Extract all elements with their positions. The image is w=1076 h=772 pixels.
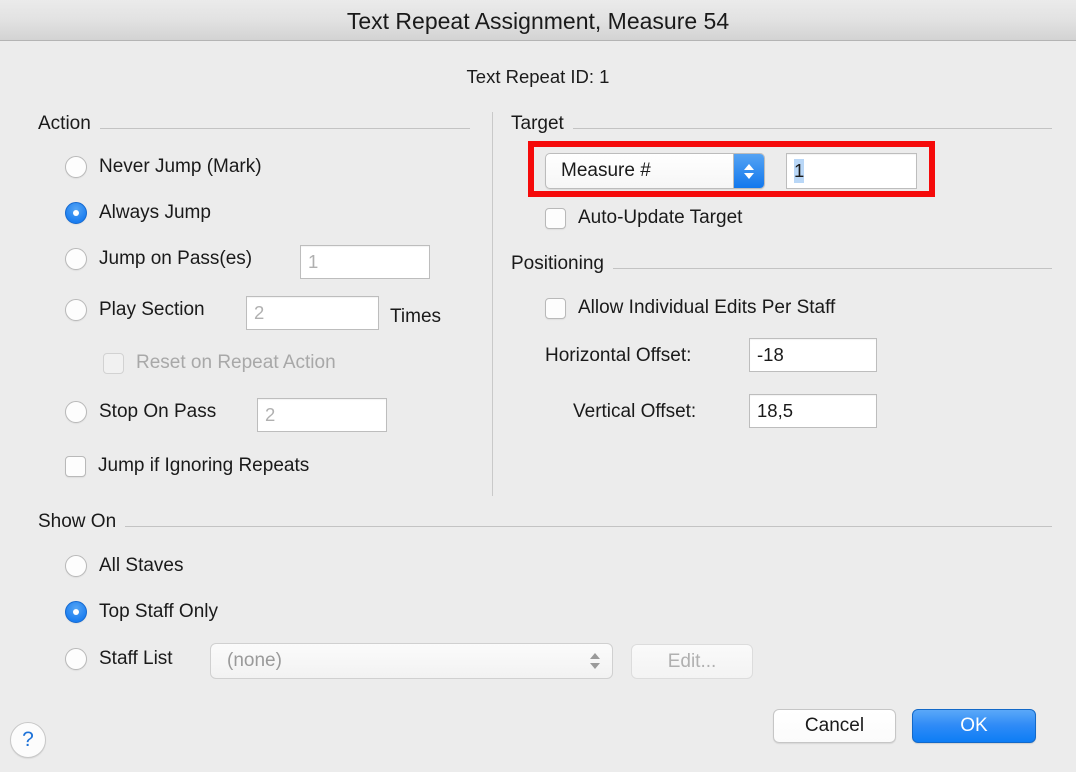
- stop-on-pass-input[interactable]: 2: [257, 398, 387, 432]
- column-divider: [492, 112, 493, 496]
- jump-on-passes-input[interactable]: 1: [300, 245, 430, 279]
- edit-staff-list-button-label: Edit...: [667, 650, 717, 672]
- checkbox-auto-update-target-indicator[interactable]: [545, 207, 566, 229]
- radio-always-jump-indicator[interactable]: [65, 202, 87, 224]
- vertical-offset-input[interactable]: 18,5: [749, 394, 877, 428]
- radio-jump-on-passes[interactable]: Jump on Pass(es): [65, 248, 252, 270]
- radio-all-staves-indicator[interactable]: [65, 555, 87, 577]
- checkbox-allow-individual-edits-label: Allow Individual Edits Per Staff: [578, 297, 836, 318]
- radio-top-staff-only-indicator[interactable]: [65, 601, 87, 623]
- play-section-times-suffix: Times: [390, 306, 442, 327]
- text-repeat-id-label: Text Repeat ID: 1: [466, 66, 610, 87]
- radio-top-staff-only[interactable]: Top Staff Only: [65, 601, 218, 623]
- stop-on-pass-value: 2: [265, 404, 276, 425]
- radio-always-jump[interactable]: Always Jump: [65, 202, 211, 224]
- target-measure-input[interactable]: 1: [786, 153, 917, 189]
- radio-never-jump[interactable]: Never Jump (Mark): [65, 156, 262, 178]
- radio-always-jump-label: Always Jump: [99, 202, 211, 223]
- show-on-section-rule: [125, 525, 1052, 527]
- checkbox-reset-on-repeat-action-label: Reset on Repeat Action: [136, 352, 336, 373]
- radio-play-section-indicator[interactable]: [65, 299, 87, 321]
- radio-play-section[interactable]: Play Section: [65, 299, 205, 321]
- cancel-button[interactable]: Cancel: [773, 709, 896, 743]
- cancel-button-label: Cancel: [804, 715, 865, 736]
- action-section-header: Action: [38, 113, 470, 135]
- action-section-rule: [99, 127, 470, 129]
- window-title: Text Repeat Assignment, Measure 54: [346, 8, 730, 34]
- radio-never-jump-label: Never Jump (Mark): [99, 156, 262, 177]
- target-section-header: Target: [511, 113, 1052, 135]
- action-section-label: Action: [38, 113, 91, 134]
- checkbox-allow-individual-edits[interactable]: Allow Individual Edits Per Staff: [545, 297, 835, 319]
- vertical-offset-label: Vertical Offset:: [573, 401, 697, 422]
- target-section-rule: [572, 127, 1052, 129]
- radio-stop-on-pass-indicator[interactable]: [65, 401, 87, 423]
- show-on-section-label: Show On: [38, 511, 117, 532]
- edit-staff-list-button[interactable]: Edit...: [631, 644, 753, 679]
- checkbox-reset-on-repeat-action: Reset on Repeat Action: [103, 352, 336, 374]
- ok-button-label: OK: [960, 715, 988, 736]
- positioning-section-label: Positioning: [511, 253, 604, 274]
- target-section-label: Target: [511, 113, 564, 134]
- horizontal-offset-input[interactable]: -18: [749, 338, 877, 372]
- target-measure-value: 1: [794, 159, 805, 183]
- checkbox-auto-update-target-label: Auto-Update Target: [578, 207, 743, 228]
- ok-button[interactable]: OK: [912, 709, 1036, 743]
- checkbox-auto-update-target[interactable]: Auto-Update Target: [545, 207, 742, 229]
- horizontal-offset-value: -18: [757, 344, 784, 365]
- help-button[interactable]: ?: [10, 722, 46, 758]
- radio-jump-on-passes-indicator[interactable]: [65, 248, 87, 270]
- target-type-popup[interactable]: Measure #: [545, 153, 765, 189]
- radio-all-staves[interactable]: All Staves: [65, 555, 183, 577]
- play-section-times-value: 2: [254, 302, 265, 323]
- radio-never-jump-indicator[interactable]: [65, 156, 87, 178]
- play-section-times-input[interactable]: 2: [246, 296, 379, 330]
- radio-stop-on-pass[interactable]: Stop On Pass: [65, 401, 216, 423]
- checkbox-allow-individual-edits-indicator[interactable]: [545, 297, 566, 319]
- checkbox-jump-if-ignoring-repeats-indicator[interactable]: [65, 455, 86, 477]
- show-on-section-header: Show On: [38, 511, 1052, 533]
- text-repeat-assignment-dialog: Text Repeat Assignment, Measure 54 Text …: [0, 0, 1076, 772]
- staff-list-value: (none): [227, 650, 282, 671]
- radio-play-section-label: Play Section: [99, 299, 205, 320]
- jump-on-passes-value: 1: [308, 251, 319, 272]
- staff-list-select[interactable]: (none): [210, 643, 613, 679]
- radio-staff-list[interactable]: Staff List: [65, 648, 173, 670]
- vertical-offset-value: 18,5: [757, 400, 794, 421]
- window-titlebar: Text Repeat Assignment, Measure 54: [0, 0, 1076, 41]
- chevron-up-down-icon-staff-list[interactable]: [578, 653, 612, 669]
- positioning-section-rule: [612, 267, 1052, 269]
- checkbox-jump-if-ignoring-repeats[interactable]: Jump if Ignoring Repeats: [65, 455, 309, 477]
- radio-stop-on-pass-label: Stop On Pass: [99, 401, 217, 422]
- radio-staff-list-label: Staff List: [99, 648, 173, 669]
- radio-top-staff-only-label: Top Staff Only: [99, 601, 218, 622]
- horizontal-offset-label: Horizontal Offset:: [545, 345, 692, 366]
- checkbox-jump-if-ignoring-repeats-label: Jump if Ignoring Repeats: [98, 455, 310, 476]
- positioning-section-header: Positioning: [511, 253, 1052, 275]
- checkbox-reset-on-repeat-action-indicator: [103, 352, 124, 374]
- question-mark-icon: ?: [22, 728, 34, 751]
- target-type-value: Measure #: [561, 160, 651, 181]
- radio-all-staves-label: All Staves: [99, 555, 184, 576]
- radio-jump-on-passes-label: Jump on Pass(es): [99, 248, 253, 269]
- chevron-up-down-icon[interactable]: [733, 154, 764, 188]
- radio-staff-list-indicator[interactable]: [65, 648, 87, 670]
